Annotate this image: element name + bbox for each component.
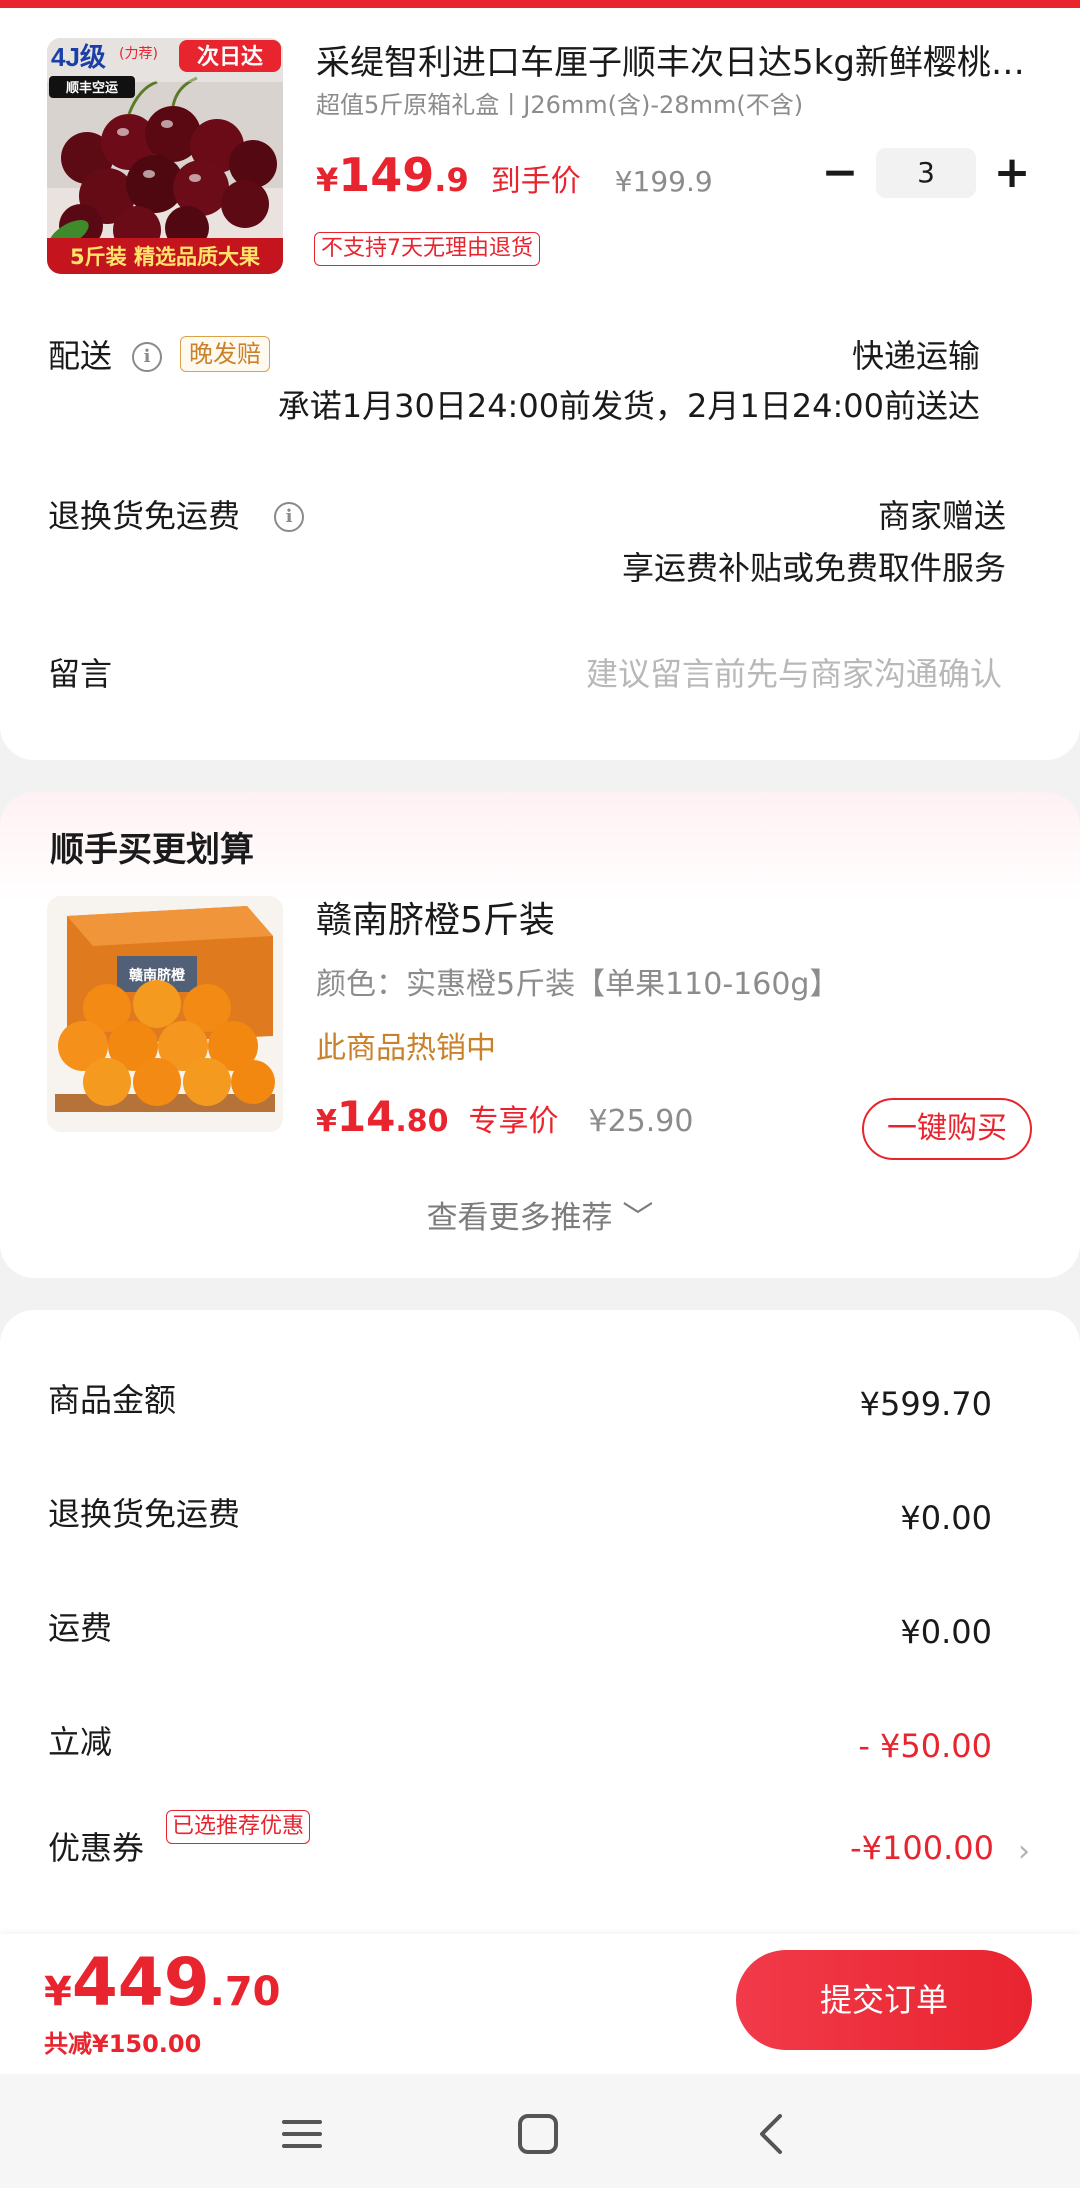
no-return-badge: 不支持7天无理由退货 [314,232,540,266]
home-icon[interactable] [508,2104,568,2164]
price-currency: ¥ [44,1969,72,2015]
total-integer: 449 [71,1944,210,2021]
recommend-product-name[interactable]: 赣南脐橙5斤装 [316,896,555,946]
system-navigation-bar [0,2074,1080,2188]
summary-value: ¥599.70 [859,1385,992,1423]
svg-text:5斤装 精选品质大果: 5斤装 精选品质大果 [70,245,260,269]
original-price: ¥25.90 [588,1104,694,1139]
menu-icon[interactable] [272,2104,332,2164]
delivery-method[interactable]: 快递运输 [852,334,980,378]
order-item-card: 4J级 (力荐) 次日达 顺丰空运 5斤装 精选品质大果 采缇智利进口车厘子顺丰… [0,8,1080,760]
delivery-label: 配送 [48,337,113,375]
return-shipping-value: 商家赠送 [877,497,1006,535]
back-icon[interactable] [742,2104,802,2164]
recommend-product-spec[interactable]: 颜色：实惠橙5斤装【单果110-160g】 [316,964,839,1006]
summary-label: 立减 [48,1723,113,1761]
coupon-badge[interactable]: 已选推荐优惠 [166,1810,311,1844]
product-spec[interactable]: 超值5斤原箱礼盒丨J26mm(含)-28mm(不含) [316,88,803,122]
quantity-stepper: − 3 + [816,142,1036,204]
price-currency: ¥ [316,1104,337,1139]
quantity-input[interactable]: 3 [876,148,976,198]
price-integer: 149 [338,148,435,202]
delivery-promise: 承诺1月30日24:00前发货，2月1日24:00前送达 [277,387,980,425]
recommendation-card: 顺手买更划算 赣南脐橙 赣南脐橙5斤装 颜色：实惠橙5斤装【单果110-160g… [0,792,1080,1278]
summary-label: 商品金额 [48,1381,177,1419]
top-accent-bar [0,0,1080,8]
decrease-quantity-button[interactable]: − [816,142,864,204]
summary-label: 运费 [48,1609,113,1647]
orange-product-image[interactable]: 赣南脐橙 [47,896,283,1132]
price-decimal: .9 [434,161,469,199]
product-price: ¥ 149 .9 到手价 ¥199.9 [316,148,713,202]
summary-label: 退换货免运费 [48,1495,241,1533]
hot-selling-label: 此商品热销中 [316,1031,496,1066]
coupon-label[interactable]: 优惠券 [48,1826,144,1870]
view-more-recommendations[interactable]: 查看更多推荐 ﹀ [0,1196,1080,1240]
recommend-price: ¥ 14 .80 专享价 ¥25.90 [316,1092,693,1141]
original-price: ¥199.9 [614,165,713,198]
price-tag: 专享价 [468,1104,559,1139]
product-title[interactable]: 采缇智利进口车厘子顺丰次日达5kg新鲜樱桃… [316,38,1026,88]
svg-text:(力荐): (力荐) [119,46,158,62]
checkout-bar: ¥ 449 .70 共减¥150.00 提交订单 [0,1934,1080,2074]
increase-quantity-button[interactable]: + [988,142,1036,204]
message-input[interactable]: 建议留言前先与商家沟通确认 [586,652,1002,696]
svg-text:4J级: 4J级 [51,42,106,72]
svg-text:次日达: 次日达 [197,44,263,70]
message-label: 留言 [48,655,113,693]
one-click-buy-button[interactable]: 一键购买 [862,1098,1032,1160]
chevron-right-icon[interactable]: › [1018,1830,1030,1874]
price-integer: 14 [336,1092,396,1141]
return-shipping-label: 退换货免运费 [48,497,241,535]
info-icon[interactable]: i [274,502,304,532]
summary-value: ¥0.00 [900,1499,992,1537]
submit-order-button[interactable]: 提交订单 [736,1950,1032,2050]
coupon-value[interactable]: -¥100.00 [850,1826,994,1870]
total-decimal: .70 [209,1969,281,2015]
return-shipping-note: 享运费补贴或免费取件服务 [621,549,1006,587]
summary-value: ¥0.00 [900,1613,992,1651]
late-compensation-badge[interactable]: 晚发赔 [180,336,270,372]
total-saved: 共减¥150.00 [44,2030,202,2058]
summary-discount-value: - ¥50.00 [858,1727,992,1765]
total-price: ¥ 449 .70 [44,1944,280,2021]
price-decimal: .80 [395,1104,449,1139]
info-icon[interactable]: i [132,342,162,372]
price-tag: 到手价 [490,164,581,199]
section-title: 顺手买更划算 [50,830,254,870]
cherry-product-image[interactable]: 4J级 (力荐) 次日达 顺丰空运 5斤装 精选品质大果 [47,38,283,274]
price-currency: ¥ [316,161,339,199]
svg-text:顺丰空运: 顺丰空运 [66,80,118,96]
